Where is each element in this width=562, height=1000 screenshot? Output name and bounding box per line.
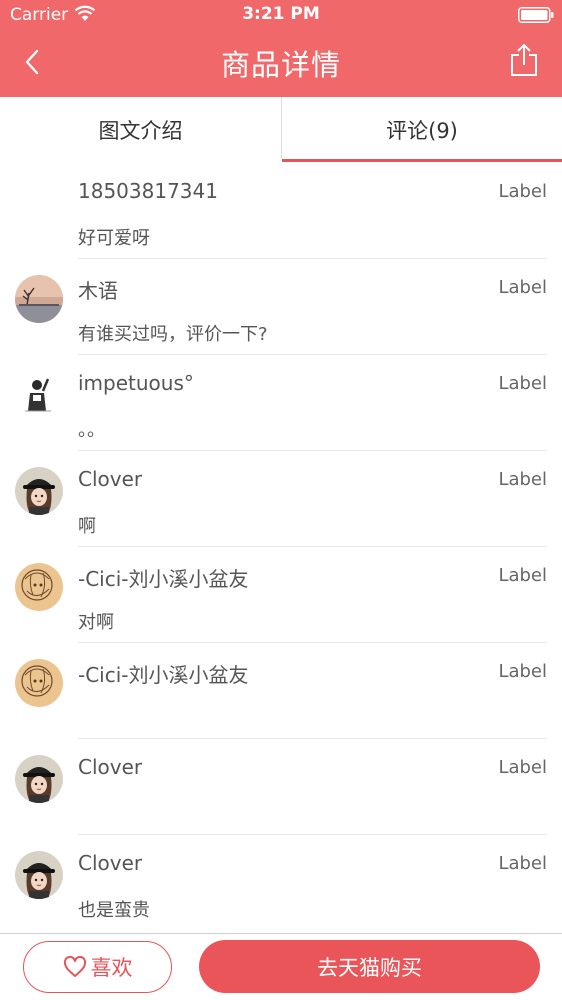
like-button-label: 喜欢	[90, 956, 133, 980]
girl-hat-avatar-image	[15, 851, 63, 899]
comment-item[interactable]: 木语 Label 有谁买过吗，评价一下?	[0, 259, 562, 355]
comment-label: Label	[498, 757, 547, 778]
tab-intro[interactable]: 图文介绍	[0, 97, 281, 163]
active-tab-indicator	[282, 159, 562, 162]
header: Carrier 3:21 PM 商品详情	[0, 0, 562, 97]
comment-item[interactable]: -Cici-刘小溪小盆友 Label 对啊	[0, 547, 562, 643]
battery-icon	[518, 7, 554, 23]
avatar[interactable]	[15, 851, 63, 899]
lake-tree-avatar-image	[15, 275, 63, 323]
comment-label: Label	[498, 565, 547, 586]
tab-comments[interactable]: 评论(9)	[282, 97, 562, 163]
comment-item[interactable]: impetuous° Label 。。	[0, 355, 562, 451]
like-button[interactable]: 喜欢	[23, 941, 172, 993]
buy-on-tmall-button[interactable]: 去天猫购买	[199, 940, 540, 993]
girl-hat-avatar-image	[15, 755, 63, 803]
commenter-name: 木语	[78, 279, 118, 303]
tab-bar: 图文介绍 评论(9)	[0, 97, 562, 163]
heart-icon	[63, 956, 86, 977]
comment-item[interactable]: Clover Label 也是蛮贵	[0, 835, 562, 931]
commenter-name: -Cici-刘小溪小盆友	[78, 663, 249, 687]
commenter-name: Clover	[78, 851, 143, 875]
comment-label: Label	[498, 373, 547, 394]
sketch-figure-avatar-image	[15, 371, 63, 419]
avatar[interactable]	[15, 755, 63, 803]
comment-label: Label	[498, 469, 547, 490]
status-time: 3:21 PM	[242, 4, 320, 24]
comment-text: 好可爱呀	[78, 228, 150, 249]
avatar[interactable]	[15, 371, 63, 419]
commenter-name: impetuous°	[78, 371, 194, 395]
girl-hat-avatar-image	[15, 467, 63, 515]
comment-text: 对啊	[78, 612, 114, 633]
comment-item[interactable]: -Cici-刘小溪小盆友 Label	[0, 643, 562, 739]
comment-item[interactable]: Clover Label 啊	[0, 451, 562, 547]
share-icon	[511, 44, 537, 76]
comment-list[interactable]: 18503817341 Label 好可爱呀 木语 Label 有谁买过吗，评价…	[0, 163, 562, 933]
commenter-name: 18503817341	[78, 179, 218, 203]
share-button[interactable]	[506, 40, 542, 80]
comment-text: 也是蛮贵	[78, 900, 150, 921]
commenter-name: Clover	[78, 755, 143, 779]
status-bar: Carrier 3:21 PM	[0, 0, 562, 30]
commenter-name: -Cici-刘小溪小盆友	[78, 567, 249, 591]
avatar[interactable]	[15, 659, 63, 707]
nav-bar: 商品详情	[0, 30, 562, 97]
sketch-lion-avatar-image	[15, 563, 63, 611]
page-title: 商品详情	[220, 48, 341, 82]
comment-label: Label	[498, 661, 547, 682]
comment-label: Label	[498, 181, 547, 202]
comment-label: Label	[498, 853, 547, 874]
comment-label: Label	[498, 277, 547, 298]
commenter-name: Clover	[78, 467, 143, 491]
avatar[interactable]	[15, 563, 63, 611]
avatar[interactable]	[15, 275, 63, 323]
bottom-action-bar: 喜欢 去天猫购买	[0, 933, 562, 1000]
comment-text: 有谁买过吗，评价一下?	[78, 324, 268, 345]
comment-item[interactable]: Clover Label	[0, 739, 562, 835]
comment-text: 啊	[78, 516, 96, 537]
sketch-lion-avatar-image	[15, 659, 63, 707]
comment-item[interactable]: 18503817341 Label 好可爱呀	[0, 163, 562, 259]
avatar[interactable]	[15, 467, 63, 515]
comment-text: 。。	[78, 420, 105, 441]
